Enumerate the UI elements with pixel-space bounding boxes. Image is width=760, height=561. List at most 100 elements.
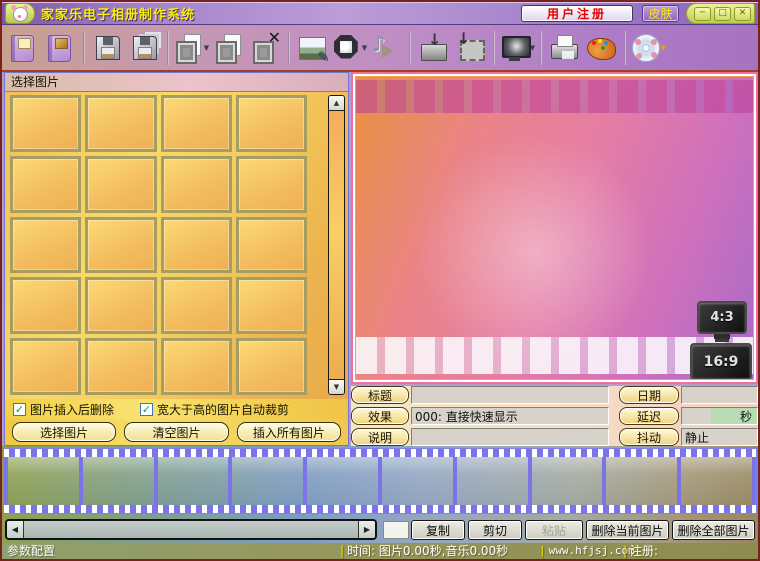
timeline-filmstrip [3, 448, 757, 514]
burn-cd-icon[interactable]: ▼ [630, 28, 667, 68]
thumbnail-slot[interactable] [236, 217, 307, 274]
delete-all-images-button[interactable]: 删除全部图片 [672, 520, 755, 540]
thumbnail-slot[interactable] [10, 217, 81, 274]
thumbnail-slot[interactable] [161, 95, 232, 152]
import-image-glyph [419, 34, 448, 62]
delete-frame-icon[interactable] [247, 28, 284, 68]
delay-label-button[interactable]: 延迟 [619, 407, 679, 425]
skin-button[interactable]: 皮肤 [642, 5, 679, 22]
dropdown-arrow-icon[interactable]: ▼ [204, 44, 209, 52]
vertical-scrollbar[interactable]: ▲ ▼ [328, 95, 345, 395]
timeline-frame[interactable] [606, 457, 681, 505]
description-label-button[interactable]: 说明 [351, 428, 409, 446]
user-register-button[interactable]: 用户注册 [521, 5, 633, 22]
toolbar-separator [409, 31, 411, 65]
timeline-frame[interactable] [158, 457, 233, 505]
toolbar: ▼ ▼ ▼ ▼ [2, 25, 758, 72]
effect-label-button[interactable]: 效果 [351, 407, 409, 425]
date-field[interactable] [681, 386, 758, 404]
select-images-button[interactable]: 选择图片 [12, 422, 116, 442]
palette-glyph [587, 34, 616, 62]
paste-button[interactable]: 粘贴 [525, 520, 583, 540]
timeline-frame[interactable] [681, 457, 752, 505]
import-frame-icon[interactable] [452, 28, 489, 68]
scrollbar-track[interactable] [24, 521, 358, 538]
thumbnail-slot[interactable] [85, 338, 156, 395]
dropdown-arrow-icon[interactable]: ▼ [661, 44, 666, 52]
thumbnail-slot[interactable] [236, 156, 307, 213]
dropdown-arrow-icon[interactable]: ▼ [362, 44, 367, 52]
thumbnail-slot[interactable] [161, 277, 232, 334]
aspect-16-9-button[interactable]: 16:9 [690, 343, 752, 380]
import-image-icon[interactable] [415, 28, 452, 68]
thumbnail-slot[interactable] [236, 95, 307, 152]
title-field[interactable] [411, 386, 609, 404]
thumbnail-slot[interactable] [10, 338, 81, 395]
thumbnail-slot[interactable] [85, 156, 156, 213]
delay-unit-label: 秒 [711, 408, 758, 424]
thumbnail-slot[interactable] [85, 277, 156, 334]
delay-field[interactable]: 秒 [681, 407, 758, 425]
window-title: 家家乐电子相册制作系统 [41, 4, 521, 23]
copy-button[interactable]: 复制 [411, 520, 465, 540]
toolbar-separator [624, 31, 626, 65]
thumbnail-slot[interactable] [236, 277, 307, 334]
scroll-down-icon[interactable]: ▼ [329, 379, 344, 394]
checkbox-delete-after-insert[interactable]: ✓ 图片插入后删除 [13, 401, 114, 418]
scroll-left-icon[interactable]: ◀ [7, 521, 24, 538]
timeline-frame[interactable] [307, 457, 382, 505]
music-icon[interactable] [368, 28, 405, 68]
effect-field[interactable]: 000: 直接快速显示 [411, 407, 609, 425]
timeline-frame[interactable] [83, 457, 158, 505]
status-url: |www.hfjsj.com [539, 543, 635, 559]
delete-current-image-button[interactable]: 删除当前图片 [586, 520, 669, 540]
edit-image-icon[interactable] [294, 28, 331, 68]
thumbnail-slot[interactable] [161, 217, 232, 274]
checkbox-checked-icon[interactable]: ✓ [140, 403, 153, 416]
description-field[interactable] [411, 428, 609, 446]
thumbnail-slot[interactable] [10, 95, 81, 152]
photo-select-icon[interactable]: ▼ [331, 28, 368, 68]
display-settings-icon[interactable]: ▼ [499, 28, 536, 68]
timeline-frame[interactable] [382, 457, 457, 505]
save-icon[interactable] [89, 28, 126, 68]
thumbnail-slot[interactable] [10, 277, 81, 334]
form-spacer [611, 407, 617, 425]
date-label-button[interactable]: 日期 [619, 386, 679, 404]
maximize-button[interactable]: □ [714, 7, 731, 21]
thumbnail-slot[interactable] [85, 217, 156, 274]
timeline-frame[interactable] [457, 457, 532, 505]
copy-frame-icon[interactable] [210, 28, 247, 68]
print-preview-glyph [550, 34, 579, 62]
thumbnail-slot[interactable] [236, 338, 307, 395]
save-all-icon[interactable] [126, 28, 163, 68]
palette-icon[interactable] [583, 28, 620, 68]
shake-field[interactable]: 静止 [681, 428, 758, 446]
timeline-frame[interactable] [232, 457, 307, 505]
scroll-up-icon[interactable]: ▲ [329, 96, 344, 111]
open-album-icon[interactable] [42, 28, 79, 68]
checkbox-checked-icon[interactable]: ✓ [13, 403, 26, 416]
thumbnail-slot[interactable] [10, 156, 81, 213]
status-divider: | [340, 544, 344, 558]
scroll-right-icon[interactable]: ▶ [358, 521, 375, 538]
new-album-icon[interactable] [5, 28, 42, 68]
thumbnail-slot[interactable] [85, 95, 156, 152]
print-preview-icon[interactable] [546, 28, 583, 68]
thumbnail-slot[interactable] [161, 338, 232, 395]
insert-frame-glyph [174, 34, 203, 62]
clear-images-button[interactable]: 清空图片 [124, 422, 228, 442]
shake-label-button[interactable]: 抖动 [619, 428, 679, 446]
cut-button[interactable]: 剪切 [468, 520, 522, 540]
checkbox-auto-crop[interactable]: ✓ 宽大于高的图片自动裁剪 [140, 401, 289, 418]
timeline-scrollbar[interactable]: ◀ ▶ [5, 519, 377, 540]
title-label-button[interactable]: 标题 [351, 386, 409, 404]
close-button[interactable]: ✕ [734, 7, 751, 21]
minimize-button[interactable]: ─ [694, 7, 711, 21]
insert-all-images-button[interactable]: 插入所有图片 [237, 422, 341, 442]
thumbnail-slot[interactable] [161, 156, 232, 213]
timeline-frame[interactable] [532, 457, 607, 505]
timeline-frame[interactable] [8, 457, 83, 505]
insert-frame-icon[interactable]: ▼ [173, 28, 210, 68]
aspect-4-3-button[interactable]: 4:3 [697, 301, 747, 334]
